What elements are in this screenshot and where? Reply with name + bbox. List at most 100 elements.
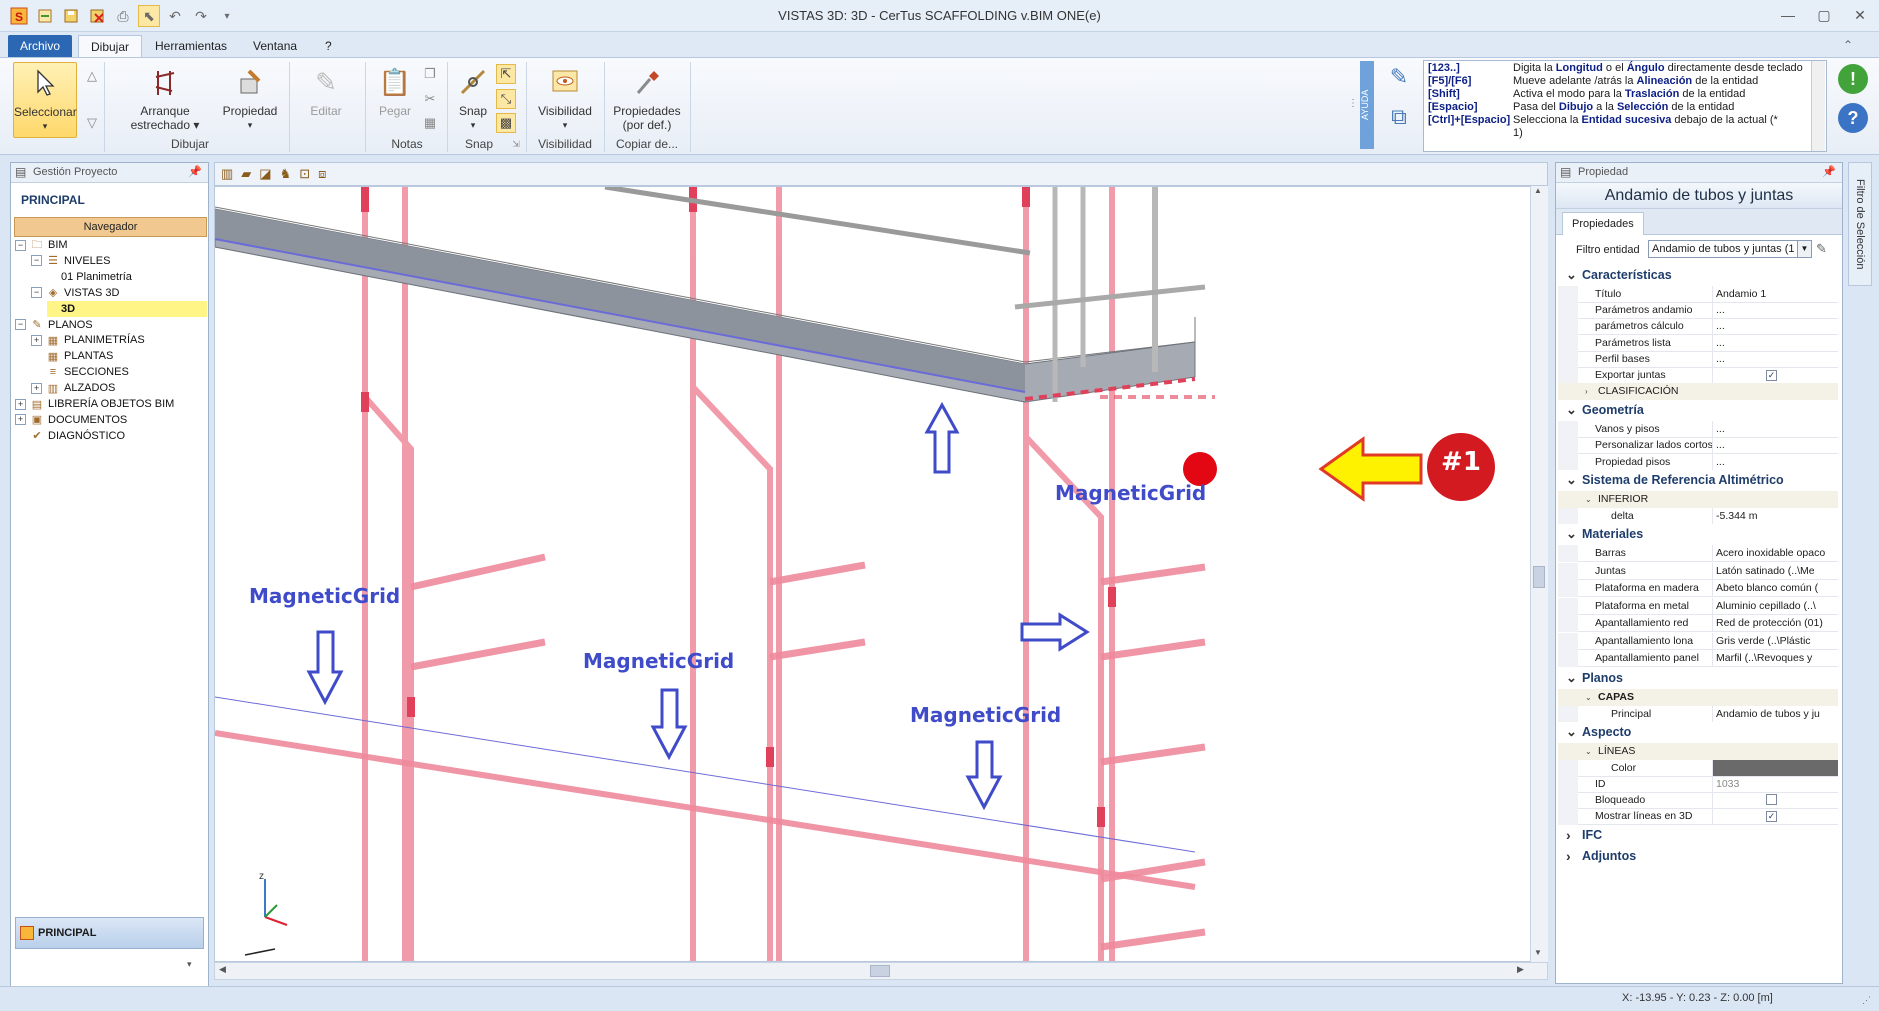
propiedad-button[interactable]: Propiedad ▾ (217, 62, 283, 132)
property-value[interactable]: Abeto blanco común ( (1713, 580, 1838, 597)
checkbox[interactable] (1766, 794, 1777, 806)
category-sistema-de-referencia-altimétrico[interactable]: ⌄ Sistema de Referencia Altimétrico (1558, 469, 1838, 490)
property-value[interactable]: Gris verde (..\Plástic (1713, 633, 1838, 650)
property-row[interactable]: Apantallamiento panel Marfil (..\Revoques… (1558, 650, 1838, 667)
visibilidad-button[interactable]: Visibilidad ▾ (532, 62, 598, 132)
snap-options-icon[interactable]: ⇲ (506, 134, 526, 154)
category-aspecto[interactable]: ⌄ Aspecto (1558, 721, 1838, 742)
snap-button[interactable]: Snap ▾ (452, 62, 494, 132)
property-row[interactable]: Vanos y pisos... (1558, 421, 1838, 439)
property-value[interactable]: -5.344 m (1713, 508, 1838, 525)
tab-propiedades[interactable]: Propiedades (1562, 212, 1644, 235)
category-geometría[interactable]: ⌄ Geometría (1558, 400, 1838, 421)
collapse-icon[interactable]: ⌄ (1566, 668, 1577, 688)
property-row[interactable]: Parámetros andamio... (1558, 302, 1838, 320)
scroll-left-icon[interactable]: ◀ (219, 964, 226, 975)
cut-icon[interactable]: ✂ (420, 89, 440, 109)
subcategory-líneas[interactable]: ⌄ LÍNEAS (1558, 742, 1838, 760)
collapse-icon[interactable]: ⌄ (1566, 265, 1577, 285)
navigator-header[interactable]: Navegador (14, 217, 207, 237)
subcategory-capas[interactable]: ⌄ CAPAS (1558, 688, 1838, 706)
expand-icon[interactable]: + (15, 398, 26, 410)
property-row[interactable]: Plataforma en madera Abeto blanco común ( (1558, 580, 1838, 597)
editar-button[interactable]: ✎ Editar (296, 62, 356, 118)
property-value[interactable]: Andamio 1 (1713, 286, 1838, 303)
property-row[interactable]: ID 1033 (1558, 775, 1838, 793)
view-folders-icon[interactable]: ◪ (259, 166, 271, 182)
seleccionar-button[interactable]: Seleccionar ▾ (13, 62, 77, 138)
view-table-icon[interactable]: ▥ (221, 166, 233, 182)
property-value[interactable]: 1033 (1713, 776, 1838, 793)
tab-ventana[interactable]: Ventana (241, 35, 309, 58)
property-row[interactable]: Color (1558, 759, 1838, 777)
property-row[interactable]: Barras Acero inoxidable opaco (1558, 545, 1838, 562)
tree-item-planos[interactable]: − ✎ PLANOS (15, 317, 93, 333)
tree-item-planimetrías[interactable]: + ▦ PLANIMETRÍAS (31, 332, 145, 348)
property-row[interactable]: Propiedad pisos... (1558, 453, 1838, 471)
tree-item-01-planimetría[interactable]: 01 Planimetría (47, 269, 132, 285)
collapse-icon[interactable]: − (15, 319, 26, 330)
collapse-icon[interactable]: ⌄ (1585, 743, 1592, 760)
property-row[interactable]: Parámetros lista... (1558, 334, 1838, 352)
3d-viewport[interactable]: z MagneticGrid MagneticGrid MagneticGrid… (214, 186, 1548, 962)
collapse-icon[interactable]: ⌄ (1566, 470, 1577, 490)
property-row[interactable]: Apantallamiento lona Gris verde (..\Plást… (1558, 632, 1838, 650)
collapse-icon[interactable]: ⌄ (1566, 524, 1577, 544)
collapse-icon[interactable]: − (31, 255, 42, 267)
expand-icon[interactable]: › (1566, 825, 1571, 845)
property-row[interactable]: Perfil bases... (1558, 350, 1838, 368)
property-row[interactable]: Mostrar líneas en 3D ✓ (1558, 808, 1838, 826)
tab-archivo[interactable]: Archivo (8, 35, 73, 58)
collapse-icon[interactable]: ⌄ (1585, 491, 1592, 508)
tree-item-bim[interactable]: − 🗀 BIM (15, 237, 68, 253)
help-scrollbar[interactable] (1811, 61, 1825, 151)
tree-item-niveles[interactable]: − ☰ NIVELES (31, 253, 110, 269)
view-zoom-all-icon[interactable]: ⧈ (318, 166, 326, 182)
tab-herramientas[interactable]: Herramientas (143, 35, 239, 58)
tab-help[interactable]: ? (313, 35, 344, 58)
scroll-thumb[interactable] (1533, 566, 1545, 588)
snap-midpoint-icon[interactable]: ⤡ (496, 89, 516, 109)
collapse-icon[interactable]: − (31, 287, 42, 299)
close-button[interactable]: ✕ (1842, 4, 1878, 28)
property-value[interactable]: Marfil (..\Revoques y (1713, 650, 1838, 667)
maximize-button[interactable]: ▢ (1806, 4, 1842, 28)
pin-icon[interactable]: 📌 (188, 163, 202, 182)
pegar-button[interactable]: 📋 Pegar (372, 62, 418, 118)
tree-item-secciones[interactable]: ≡ SECCIONES (31, 364, 129, 380)
category-materiales[interactable]: ⌄ Materiales (1558, 524, 1838, 544)
expand-icon[interactable]: + (31, 334, 42, 346)
property-value[interactable]: ... (1713, 318, 1838, 336)
up-arrow-icon[interactable]: △ (82, 66, 102, 86)
view-zoom-window-icon[interactable]: ⊡ (299, 166, 310, 182)
tree-item-librería-objetos-bim[interactable]: + ▤ LIBRERÍA OBJETOS BIM (15, 396, 174, 412)
scroll-down-icon[interactable]: ▼ (1534, 948, 1542, 957)
copy-icon[interactable]: ❐ (420, 64, 440, 84)
tree-item-vistas-3d[interactable]: − ◈ VISTAS 3D (31, 285, 119, 301)
tree-item-documentos[interactable]: + ▣ DOCUMENTOS (15, 412, 127, 428)
property-value[interactable]: Red de protección (01) (1713, 615, 1838, 632)
expand-icon[interactable]: › (1566, 846, 1571, 866)
snap-grid-icon[interactable]: ▩ (496, 113, 516, 133)
property-value[interactable]: Aluminio cepillado (..\ (1713, 598, 1838, 615)
minimize-button[interactable]: — (1770, 4, 1806, 28)
scroll-thumb[interactable] (870, 965, 890, 977)
arranque-estrechado-button[interactable]: Arranque estrechado ▾ (122, 62, 208, 132)
category-características[interactable]: ⌄ Características (1558, 265, 1838, 285)
down-arrow-icon[interactable]: ▽ (82, 113, 102, 133)
help-question-icon[interactable]: ? (1838, 103, 1868, 133)
property-row[interactable]: delta -5.344 m (1558, 507, 1838, 525)
checkbox[interactable]: ✓ (1766, 811, 1777, 823)
subcategory-clasificación[interactable]: › CLASIFICACIÓN (1558, 383, 1838, 401)
info-icon[interactable]: ! (1838, 64, 1868, 94)
scroll-right-icon[interactable]: ▶ (1517, 964, 1524, 975)
chevron-down-icon[interactable]: ▼ (1797, 241, 1811, 257)
property-row[interactable]: Título Andamio 1 (1558, 286, 1838, 303)
property-row[interactable]: Principal Andamio de tubos y ju (1558, 705, 1838, 723)
ribbon-minimize-icon[interactable]: ⌃ (1843, 38, 1853, 52)
expand-icon[interactable]: + (31, 382, 42, 394)
view-chair-icon[interactable]: ♞ (280, 166, 292, 182)
chevron-down-icon[interactable]: ▾ (187, 959, 192, 970)
property-value[interactable]: Andamio de tubos y ju (1713, 706, 1838, 723)
category-adjuntos[interactable]: › Adjuntos (1558, 845, 1838, 866)
